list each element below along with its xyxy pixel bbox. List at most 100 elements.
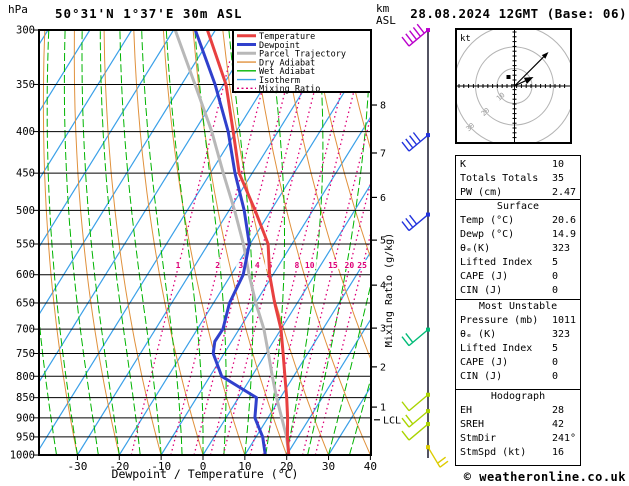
svg-text:950: 950 bbox=[16, 431, 35, 443]
svg-text:2: 2 bbox=[380, 362, 386, 373]
metric-value: 2.47 bbox=[552, 187, 577, 198]
metric-label: θₑ(K) bbox=[460, 243, 491, 254]
svg-text:500: 500 bbox=[16, 205, 35, 217]
svg-text:3: 3 bbox=[238, 261, 243, 270]
metric-value: 323 bbox=[552, 329, 571, 340]
svg-text:15: 15 bbox=[328, 261, 338, 270]
panel-title: Surface bbox=[496, 201, 540, 212]
metric-value: 323 bbox=[552, 243, 571, 254]
svg-text:450: 450 bbox=[16, 168, 35, 180]
index-row: EH 28 bbox=[456, 404, 580, 418]
svg-text:20: 20 bbox=[345, 261, 355, 270]
metric-label: θₑ (K) bbox=[460, 329, 497, 340]
metric-value: 5 bbox=[552, 257, 559, 268]
svg-text:40: 40 bbox=[364, 460, 377, 473]
svg-text:850: 850 bbox=[16, 392, 35, 404]
metric-label: Lifted Index bbox=[460, 343, 533, 354]
svg-text:LCL: LCL bbox=[383, 415, 401, 426]
metric-value: 0 bbox=[552, 285, 559, 296]
index-row: CIN (J) 0 bbox=[456, 284, 580, 298]
index-row: Lifted Index 5 bbox=[456, 342, 580, 356]
metric-value: 14.9 bbox=[552, 229, 577, 240]
metric-value: 10 bbox=[552, 159, 565, 170]
metric-label: CIN (J) bbox=[460, 371, 503, 382]
svg-text:Dewpoint / Temperature (°C): Dewpoint / Temperature (°C) bbox=[112, 467, 299, 481]
index-row: Temp (°C) 20.6 bbox=[456, 214, 580, 228]
metric-value: 0 bbox=[552, 271, 559, 282]
panel-hodograph: Hodograph EH 28 SREH 42 StmDir 241° StmSpd (kt)… bbox=[455, 389, 581, 466]
svg-text:7: 7 bbox=[380, 148, 386, 159]
metric-value: 0 bbox=[552, 371, 559, 382]
svg-text:650: 650 bbox=[16, 297, 35, 309]
panel-surface: Surface Temp (°C) 20.6 Dewp (°C) 14.9 θₑ(K) 32… bbox=[455, 199, 581, 300]
metric-value: 241° bbox=[552, 433, 577, 444]
metric-label: Temp (°C) bbox=[460, 215, 515, 226]
svg-text:400: 400 bbox=[16, 126, 35, 138]
svg-text:6: 6 bbox=[380, 193, 386, 204]
panel-most-unstable: Most Unstable Pressure (mb) 1011 θₑ (K) 323 L… bbox=[455, 299, 581, 390]
metric-value: 1011 bbox=[552, 315, 577, 326]
svg-text:4: 4 bbox=[255, 261, 260, 270]
svg-text:10: 10 bbox=[305, 261, 315, 270]
svg-text:Mixing Ratio (g/kg): Mixing Ratio (g/kg) bbox=[384, 233, 395, 347]
metric-label: Dewp (°C) bbox=[460, 229, 515, 240]
svg-text:Mixing Ratio: Mixing Ratio bbox=[259, 85, 320, 95]
metric-value: 5 bbox=[552, 343, 559, 354]
panel-indices: K 10 Totals Totals 35 PW (cm) 2.47 bbox=[455, 155, 581, 200]
svg-text:700: 700 bbox=[16, 324, 35, 336]
metric-label: StmDir bbox=[460, 433, 497, 444]
metric-value: 35 bbox=[552, 173, 565, 184]
index-row: CAPE (J) 0 bbox=[456, 270, 580, 284]
metric-label: CAPE (J) bbox=[460, 357, 509, 368]
svg-text:-30: -30 bbox=[68, 460, 88, 473]
svg-text:kt: kt bbox=[460, 34, 471, 44]
metric-value: 16 bbox=[552, 447, 565, 458]
metric-label: Pressure (mb) bbox=[460, 315, 539, 326]
metric-label: StmSpd (kt) bbox=[460, 447, 527, 458]
metric-label: SREH bbox=[460, 419, 485, 430]
svg-text:900: 900 bbox=[16, 412, 35, 424]
svg-text:1000: 1000 bbox=[10, 450, 35, 462]
svg-text:1: 1 bbox=[176, 261, 181, 270]
index-row: θₑ (K) 323 bbox=[456, 328, 580, 342]
index-row: CIN (J) 0 bbox=[456, 370, 580, 384]
index-row: Pressure (mb) 1011 bbox=[456, 314, 580, 328]
index-row: StmSpd (kt) 16 bbox=[456, 446, 580, 460]
metric-value: 28 bbox=[552, 405, 565, 416]
metric-label: PW (cm) bbox=[460, 187, 503, 198]
metric-label: Totals Totals bbox=[460, 173, 539, 184]
metric-label: EH bbox=[460, 405, 473, 416]
metric-label: CAPE (J) bbox=[460, 271, 509, 282]
metric-value: 20.6 bbox=[552, 215, 577, 226]
svg-text:8: 8 bbox=[295, 261, 300, 270]
index-row: Totals Totals 35 bbox=[456, 172, 580, 186]
svg-text:350: 350 bbox=[16, 79, 35, 91]
panel-title: Hodograph bbox=[490, 391, 546, 402]
svg-text:8: 8 bbox=[380, 101, 386, 112]
index-row: PW (cm) 2.47 bbox=[456, 186, 580, 200]
svg-text:800: 800 bbox=[16, 371, 35, 383]
index-row: SREH 42 bbox=[456, 418, 580, 432]
svg-text:30: 30 bbox=[322, 460, 335, 473]
svg-text:2: 2 bbox=[215, 261, 220, 270]
index-row: StmDir 241° bbox=[456, 432, 580, 446]
index-row: θₑ(K) 323 bbox=[456, 242, 580, 256]
hodograph: 102030kt bbox=[455, 28, 572, 144]
copyright: © weatheronline.co.uk bbox=[463, 470, 626, 484]
index-row: CAPE (J) 0 bbox=[456, 356, 580, 370]
index-row: Lifted Index 5 bbox=[456, 256, 580, 270]
svg-text:300: 300 bbox=[16, 25, 35, 37]
index-row: Dewp (°C) 14.9 bbox=[456, 228, 580, 242]
svg-text:750: 750 bbox=[16, 348, 35, 360]
svg-text:600: 600 bbox=[16, 269, 35, 281]
metric-label: K bbox=[460, 159, 467, 170]
svg-text:25: 25 bbox=[357, 261, 367, 270]
metric-label: Lifted Index bbox=[460, 257, 533, 268]
svg-text:1: 1 bbox=[380, 403, 386, 414]
panel-title: Most Unstable bbox=[478, 301, 558, 312]
metric-value: 0 bbox=[552, 357, 559, 368]
svg-text:550: 550 bbox=[16, 239, 35, 251]
skewt-sounding-app: hPa 50°31'N 1°37'E 30m ASL km ASL 28.08.… bbox=[0, 0, 629, 486]
metric-label: CIN (J) bbox=[460, 285, 503, 296]
index-row: K 10 bbox=[456, 158, 580, 172]
